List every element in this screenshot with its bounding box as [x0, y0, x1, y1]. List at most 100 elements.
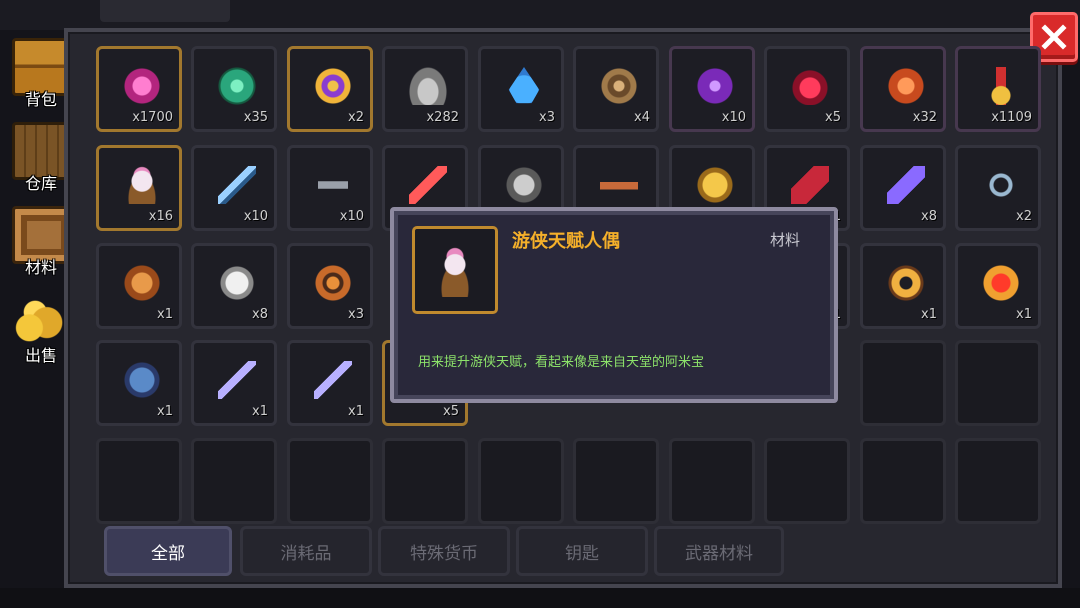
empty-slot[interactable]	[955, 340, 1041, 426]
purple-coin-icon	[314, 67, 352, 105]
item-count: x1	[157, 307, 173, 322]
empty-slot[interactable]	[860, 340, 946, 426]
tab-consumables[interactable]: 消耗品	[240, 526, 372, 576]
tab-keys[interactable]: 钥匙	[516, 526, 648, 576]
orange-block-icon	[887, 67, 925, 105]
empty-slot[interactable]	[860, 438, 946, 524]
item-count: x1	[157, 404, 173, 419]
item-count: x1	[1016, 307, 1032, 322]
background-bottom-bar	[0, 588, 1080, 608]
doll-icon	[123, 166, 161, 204]
tooltip-item-name: 游侠天赋人偶	[512, 231, 620, 252]
red-fan-icon	[791, 166, 829, 204]
doll-icon	[429, 243, 481, 297]
purple-orb-icon	[696, 67, 734, 105]
inventory-slot[interactable]: x1	[287, 340, 373, 426]
rifle-icon	[600, 166, 638, 204]
blue-jar-icon	[123, 361, 161, 399]
ore-icon	[409, 67, 447, 105]
inventory-slot[interactable]: x282	[382, 46, 468, 132]
item-count: x4	[634, 110, 650, 125]
red-claw-icon	[791, 67, 829, 105]
item-count: x3	[539, 110, 555, 125]
red-pot-icon	[982, 264, 1020, 302]
inventory-slot[interactable]: x35	[191, 46, 277, 132]
inventory-slot[interactable]: x8	[191, 243, 277, 329]
item-tooltip: 游侠天赋人偶 材料 用来提升游侠天赋，看起来像是来自天堂的阿米宝	[390, 207, 838, 403]
tooltip-item-description: 用来提升游侠天赋，看起来像是来自天堂的阿米宝	[418, 355, 705, 370]
item-count: x1	[921, 307, 937, 322]
inventory-slot[interactable]: x1	[860, 243, 946, 329]
inventory-slot[interactable]: x1	[96, 243, 182, 329]
gold-wing-icon	[696, 166, 734, 204]
purple-spear-icon	[218, 361, 256, 399]
pink-gem-icon	[123, 67, 161, 105]
inventory-slot[interactable]: x8	[860, 145, 946, 231]
inventory-slot[interactable]: x10	[669, 46, 755, 132]
medal-icon	[982, 67, 1020, 105]
tab-special-currency[interactable]: 特殊货币	[378, 526, 510, 576]
item-count: x8	[252, 307, 268, 322]
gray-weapon-icon	[314, 181, 352, 189]
item-count: x2	[1016, 209, 1032, 224]
empty-slot[interactable]	[764, 438, 850, 524]
purple-sword-icon	[314, 361, 352, 399]
inventory-slot[interactable]: x32	[860, 46, 946, 132]
background-title-plate	[100, 0, 230, 22]
item-count: x3	[348, 307, 364, 322]
inventory-slot[interactable]: x16	[96, 145, 182, 231]
item-count: x5	[443, 404, 459, 419]
blue-weapon-icon	[218, 166, 256, 204]
inventory-slot[interactable]: x10	[191, 145, 277, 231]
item-count: x10	[721, 110, 746, 125]
violet-shot-icon	[887, 166, 925, 204]
green-coin-icon	[218, 67, 256, 105]
empty-slot[interactable]	[478, 438, 564, 524]
item-count: x10	[243, 209, 268, 224]
gold-pile-icon	[12, 294, 70, 346]
item-count: x5	[825, 110, 841, 125]
tooltip-item-type: 材料	[769, 231, 800, 249]
inventory-slot[interactable]: x5	[764, 46, 850, 132]
white-pill-icon	[218, 264, 256, 302]
empty-slot[interactable]	[382, 438, 468, 524]
item-count: x10	[339, 209, 364, 224]
inventory-slot[interactable]: x3	[478, 46, 564, 132]
chain-icon	[982, 166, 1020, 204]
empty-slot[interactable]	[573, 438, 659, 524]
inventory-slot[interactable]: x1	[96, 340, 182, 426]
gold-ring-icon	[887, 264, 925, 302]
item-count: x35	[243, 110, 268, 125]
item-count: x32	[912, 110, 937, 125]
tooltip-item-frame	[412, 226, 498, 314]
amber-frame-icon	[314, 264, 352, 302]
item-count: x1	[252, 404, 268, 419]
stone-bar-icon	[505, 166, 543, 204]
item-count: x1	[348, 404, 364, 419]
red-weapon-icon	[409, 166, 447, 204]
empty-slot[interactable]	[955, 438, 1041, 524]
inventory-slot[interactable]: x1	[955, 243, 1041, 329]
tab-all[interactable]: 全部	[104, 526, 232, 576]
inventory-slot[interactable]: x3	[287, 243, 373, 329]
empty-slot[interactable]	[191, 438, 277, 524]
close-icon	[1041, 24, 1067, 50]
item-count: x1700	[132, 110, 173, 125]
empty-slot[interactable]	[669, 438, 755, 524]
item-count: x2	[348, 110, 364, 125]
empty-slot[interactable]	[96, 438, 182, 524]
inventory-slot[interactable]: x1109	[955, 46, 1041, 132]
empty-slot[interactable]	[287, 438, 373, 524]
item-count: x282	[426, 110, 459, 125]
tan-box-icon	[123, 264, 161, 302]
inventory-slot[interactable]: x4	[573, 46, 659, 132]
inventory-slot[interactable]: x1700	[96, 46, 182, 132]
inventory-slot[interactable]: x2	[287, 46, 373, 132]
blue-key-drop-icon	[508, 67, 540, 104]
inventory-slot[interactable]: x1	[191, 340, 277, 426]
inventory-slot[interactable]: x10	[287, 145, 373, 231]
brown-coin-icon	[600, 67, 638, 105]
tab-weapon-materials[interactable]: 武器材料	[654, 526, 784, 576]
item-count: x8	[921, 209, 937, 224]
inventory-slot[interactable]: x2	[955, 145, 1041, 231]
